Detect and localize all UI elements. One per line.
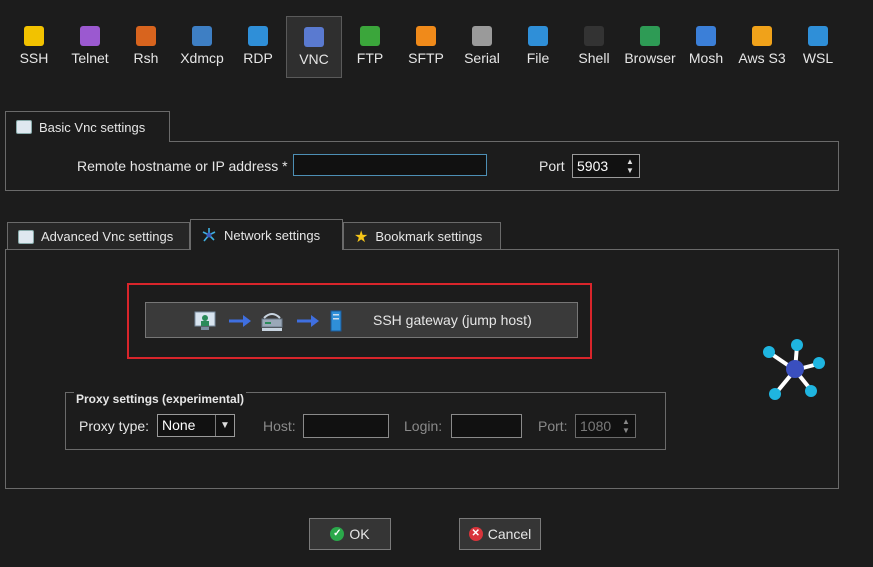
client-computer-icon [194,311,216,330]
rdp-monitor-icon [248,26,268,46]
ftp-globe-icon [360,26,380,46]
spin-arrows-icon[interactable]: ▲ ▼ [620,417,632,435]
port-value: 5903 [577,158,609,174]
toolbar-button-telnet[interactable]: Telnet [62,16,118,78]
proxy-host-label: Host: [263,418,296,434]
tab-network-settings[interactable]: Network settings [190,219,343,250]
toolbar-button-shell[interactable]: Shell [566,16,622,78]
toolbar-label: Xdmcp [180,50,224,66]
vnc-settings-icon [18,229,34,244]
proxy-settings-legend: Proxy settings (experimental) [74,392,247,406]
hostname-input[interactable] [293,154,487,176]
shell-terminal-icon [584,26,604,46]
ok-button[interactable]: ✓ OK [309,518,391,550]
network-star-icon [202,228,216,242]
tab-basic-vnc-settings[interactable]: Basic Vnc settings [5,111,170,142]
toolbar-button-mosh[interactable]: Mosh [678,16,734,78]
toolbar-label: Shell [578,50,610,66]
toolbar-label: Browser [624,50,676,66]
mosh-satellite-icon [696,26,716,46]
toolbar-button-rdp[interactable]: RDP [230,16,286,78]
target-server-icon [330,310,342,332]
tab-advanced-vnc-settings[interactable]: Advanced Vnc settings [7,222,190,250]
toolbar-label: Aws S3 [738,50,786,66]
toolbar-label: File [526,50,550,66]
session-type-toolbar: SSH Telnet Rsh Xdmcp RDP VNC FTP SFTP Serial File… [0,14,873,80]
serial-plug-icon [472,26,492,46]
wsl-windows-icon [808,26,828,46]
tab-network-label: Network settings [224,227,321,243]
cancel-label: Cancel [487,526,532,542]
toolbar-label: Serial [464,50,500,66]
tab-basic-vnc-settings-label: Basic Vnc settings [39,119,146,135]
proxy-type-value: None [162,417,196,433]
toolbar-button-file[interactable]: File [510,16,566,78]
telnet-icon [80,26,100,46]
xdmcp-icon [192,26,212,46]
proxy-port-spinbox[interactable]: 1080 ▲ ▼ [575,414,636,438]
ok-label: OK [349,526,370,542]
toolbar-label: SSH [19,50,49,66]
cancel-button[interactable]: ✕ Cancel [459,518,541,550]
rsh-icon [136,26,156,46]
toolbar-label: Rsh [133,50,159,66]
tab-advanced-label: Advanced Vnc settings [41,229,174,244]
spin-arrows-icon[interactable]: ▲ ▼ [624,157,636,175]
toolbar-button-aws-s3[interactable]: Aws S3 [734,16,790,78]
toolbar-button-browser[interactable]: Browser [622,16,678,78]
close-icon: ✕ [468,527,483,541]
ssh-gateway-button[interactable]: SSH gateway (jump host) [145,302,578,338]
arrow-right-icon [229,315,251,327]
sftp-globe-icon [416,26,436,46]
toolbar-button-rsh[interactable]: Rsh [118,16,174,78]
toolbar-button-serial[interactable]: Serial [454,16,510,78]
browser-globe-icon [640,26,660,46]
proxy-type-label: Proxy type: [79,418,150,434]
network-star-graphic-icon [763,339,825,400]
chevron-down-icon[interactable]: ▼ [215,415,234,436]
toolbar-button-ftp[interactable]: FTP [342,16,398,78]
toolbar-label: RDP [243,50,273,66]
tab-bookmark-settings[interactable]: ★ Bookmark settings [343,222,501,250]
proxy-host-input[interactable] [303,414,389,438]
proxy-login-input[interactable] [451,414,522,438]
arrow-right-icon [297,315,319,327]
toolbar-label: SFTP [408,50,444,66]
star-icon: ★ [354,228,369,246]
file-monitor-icon [528,26,548,46]
proxy-port-label: Port: [538,418,568,434]
check-icon: ✓ [330,527,345,541]
ssh-key-icon [24,26,44,46]
toolbar-label: FTP [356,50,384,66]
ssh-gateway-label: SSH gateway (jump host) [373,312,532,328]
toolbar-button-vnc[interactable]: VNC [286,16,342,78]
toolbar-label: VNC [299,51,329,67]
vnc-settings-icon [16,120,32,134]
proxy-type-select[interactable]: None ▼ [157,414,235,437]
gateway-server-icon [261,313,283,331]
toolbar-button-wsl[interactable]: WSL [790,16,846,78]
toolbar-button-xdmcp[interactable]: Xdmcp [174,16,230,78]
port-label: Port [539,158,565,174]
proxy-login-label: Login: [404,418,443,434]
toolbar-label: Mosh [688,50,724,66]
basic-settings-panel: Remote hostname or IP address * Port 590… [5,141,839,191]
hostname-label: Remote hostname or IP address * [77,158,288,174]
vnc-icon [304,27,324,47]
toolbar-button-ssh[interactable]: SSH [6,16,62,78]
aws-s3-cubes-icon [752,26,772,46]
toolbar-label: WSL [802,50,834,66]
toolbar-button-sftp[interactable]: SFTP [398,16,454,78]
toolbar-label: Telnet [71,50,109,66]
tab-bookmark-label: Bookmark settings [375,229,483,244]
port-spinbox[interactable]: 5903 ▲ ▼ [572,154,640,178]
proxy-port-value: 1080 [580,418,612,434]
